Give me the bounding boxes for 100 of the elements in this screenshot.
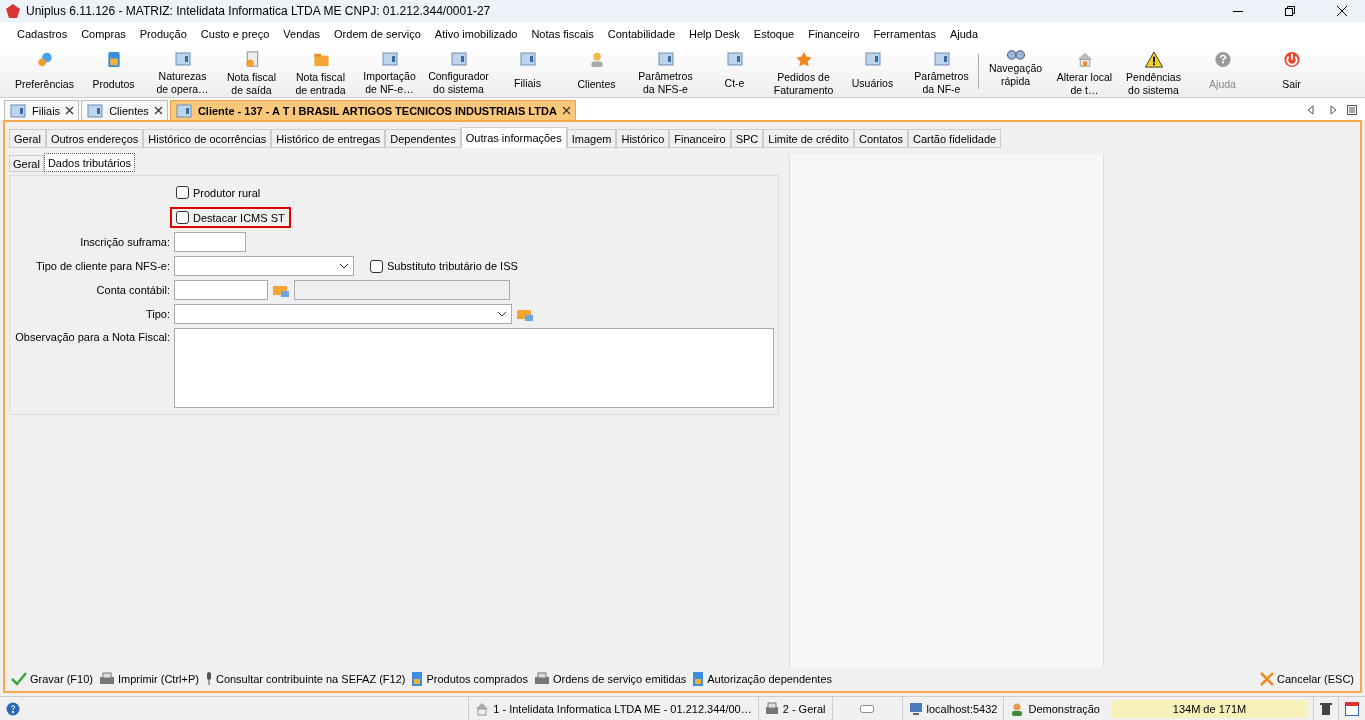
restore-icon (1285, 6, 1295, 16)
menu-item[interactable]: Cadastros (10, 26, 75, 42)
menu-item[interactable]: Ordem de serviço (327, 26, 428, 42)
memory-status: 134M de 171M (1112, 699, 1307, 718)
tab[interactable]: SPC (730, 129, 764, 148)
menu-item[interactable]: Vendas (276, 26, 328, 42)
input-field[interactable] (174, 280, 268, 300)
toolbar-button[interactable]: Produtos (79, 46, 148, 97)
list-icon[interactable] (1347, 105, 1357, 115)
server-status: localhost:5432 (926, 702, 998, 715)
field-label: Tipo de cliente para NFS-e: (34, 260, 170, 272)
tab[interactable]: Financeiro (669, 129, 731, 148)
close-icon[interactable] (65, 106, 75, 115)
window-icon (86, 101, 105, 120)
toolbar-button[interactable]: Navegação rápida (981, 46, 1050, 97)
toolbar-button[interactable]: Naturezas de opera… (148, 46, 217, 97)
checkbox[interactable] (176, 211, 189, 224)
window-icon (173, 50, 192, 68)
checkbox[interactable] (370, 259, 383, 273)
window-icon (518, 50, 537, 68)
document-tab[interactable]: Cliente - 137 - A T I BRASIL ARTIGOS TECNICOS INDUSTRIAIS LTDA (169, 100, 576, 120)
document-tab[interactable]: Clientes (81, 100, 168, 120)
toolbar-button[interactable]: Nota fiscal de saída (217, 46, 286, 97)
menu-item[interactable]: Financeiro (801, 26, 867, 42)
document-icon (692, 672, 705, 686)
menu-item[interactable]: Ajuda (942, 26, 986, 42)
checkbox[interactable] (176, 186, 189, 199)
menu-item[interactable]: Ativo imobilizado (427, 26, 525, 42)
company-status: 1 - Intelidata Informatica LTDA ME - 01.212.344/00… (493, 702, 752, 715)
toolbar-button[interactable]: Sair (1257, 46, 1326, 97)
printer-icon (533, 672, 550, 686)
menu-item[interactable]: Compras (74, 26, 133, 42)
menu-item[interactable]: Ferramentas (866, 26, 943, 42)
tab[interactable]: Geral (9, 155, 44, 172)
input-field[interactable] (294, 280, 510, 300)
tab[interactable]: Contatos (854, 129, 908, 148)
menu-item[interactable]: Custo e preço (193, 26, 277, 42)
tab[interactable]: Geral (9, 129, 46, 148)
window-icon (449, 50, 468, 68)
trash-icon[interactable] (1320, 701, 1332, 716)
toolbar-button[interactable]: Preferências (10, 46, 79, 97)
scroll-right-icon[interactable] (1329, 105, 1337, 115)
checkbox-label: Destacar ICMS ST (193, 211, 285, 224)
help-icon[interactable] (6, 701, 20, 716)
tab[interactable]: Outras informações (460, 127, 567, 148)
toolbar-button[interactable]: Usuários (838, 46, 907, 97)
toolbar-button[interactable]: Pendências do sistema (1119, 46, 1188, 97)
action-button[interactable]: Autorização dependentes (692, 672, 832, 686)
microphone-icon (204, 672, 213, 686)
menu-item[interactable]: Contabilidade (600, 26, 683, 42)
toolbar-button[interactable]: Nota fiscal de entrada (286, 46, 355, 97)
checkbox-label: Substituto tributário de ISS (387, 260, 518, 272)
toolbar-button[interactable]: Parâmetros da NF-e (907, 46, 976, 97)
calendar-icon[interactable] (1345, 701, 1359, 716)
action-button[interactable]: Consultar contribuinte na SEFAZ (F12) (204, 672, 406, 686)
window-icon (174, 101, 193, 120)
action-button[interactable]: Imprimir (Ctrl+P) (98, 672, 199, 686)
field-label: Inscrição suframa: (79, 236, 170, 248)
document-tab[interactable]: Filiais (4, 100, 80, 120)
tab[interactable]: Limite de crédito (763, 129, 854, 148)
scroll-left-icon[interactable] (1307, 105, 1315, 115)
close-icon[interactable] (153, 106, 163, 115)
tab[interactable]: Outros endereços (45, 129, 144, 148)
toolbar-button[interactable]: Clientes (562, 46, 631, 97)
action-button[interactable]: Gravar (F10) (11, 672, 93, 686)
close-icon[interactable] (561, 106, 571, 115)
toolbar-button[interactable]: Pedidos de Faturamento (769, 46, 838, 97)
action-button[interactable]: Produtos comprados (411, 672, 528, 686)
binoculars-icon (1006, 50, 1025, 60)
toolbar-button[interactable]: Alterar local de t… (1050, 46, 1119, 97)
dropdown-field[interactable] (174, 304, 512, 324)
menu-item[interactable]: Estoque (746, 26, 802, 42)
house-icon (475, 701, 490, 716)
action-button[interactable]: Ordens de serviço emitidas (533, 672, 687, 686)
tab[interactable]: Dependentes (385, 129, 461, 148)
dropdown-field[interactable] (174, 256, 354, 276)
tab[interactable]: Histórico (616, 129, 670, 148)
branch-status: 2 - Geral (782, 702, 826, 715)
tab[interactable]: Imagem (566, 129, 617, 148)
toolbar-button[interactable]: Filiais (493, 46, 562, 97)
tab[interactable]: Cartão fidelidade (908, 129, 1002, 148)
toolbar-button[interactable]: Importação de NF-e… (355, 46, 424, 97)
printer-icon (98, 672, 115, 686)
tab[interactable]: Dados tributários (43, 153, 136, 172)
tab[interactable]: Histórico de entregas (271, 129, 386, 148)
toolbar-button[interactable]: Ct-e (700, 46, 769, 97)
field-label: Observação para a Nota Fiscal: (14, 330, 170, 343)
input-field[interactable] (174, 232, 246, 252)
field-label: Conta contábil: (95, 284, 170, 296)
menu-item[interactable]: Produção (132, 26, 194, 42)
toolbar-button[interactable]: Configurador do sistema (424, 46, 493, 97)
person-icon (1010, 701, 1025, 716)
tab[interactable]: Histórico de ocorrências (143, 129, 272, 148)
menu-item[interactable]: Help Desk (682, 26, 747, 42)
cross-icon (1259, 672, 1274, 686)
toolbar-button[interactable]: Parâmetros da NFS-e (631, 46, 700, 97)
window-icon (9, 101, 27, 120)
menu-item[interactable]: Notas fiscais (524, 26, 601, 42)
cancel-button[interactable]: Cancelar (ESC) (1259, 672, 1354, 686)
app-logo-icon (6, 4, 20, 18)
